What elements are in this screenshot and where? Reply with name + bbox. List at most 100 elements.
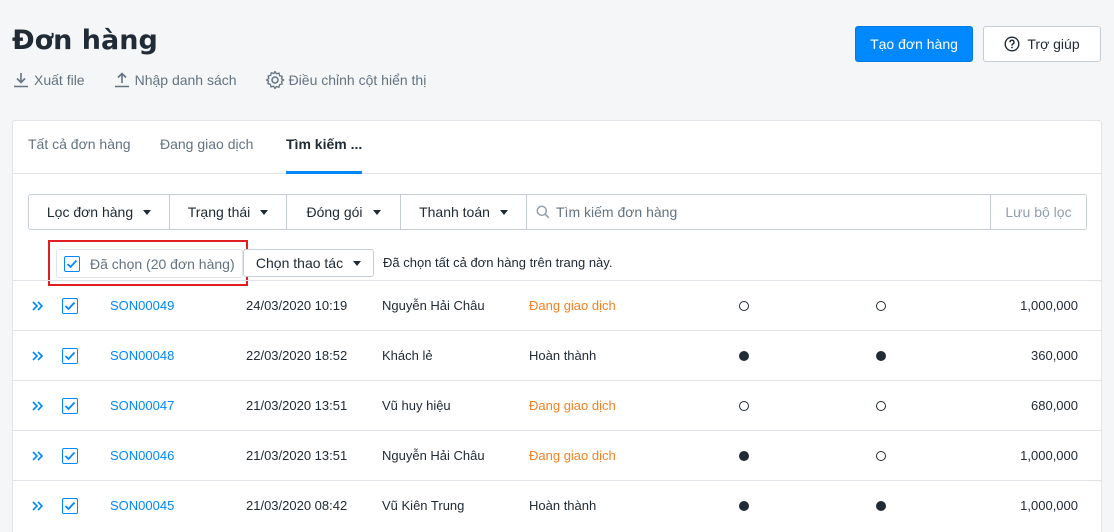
expand-row-icon[interactable] [32, 331, 48, 380]
order-total: 1,000,000 [1020, 298, 1078, 313]
caret-down-icon [260, 209, 269, 215]
payment-status-dot [876, 300, 886, 311]
filter-status-label: Trạng thái [187, 204, 251, 220]
adjust-columns-label: Điều chỉnh cột hiển thị [288, 72, 427, 88]
packing-status-dot [739, 400, 749, 411]
table-row[interactable]: SON00045 21/03/2020 08:42 Vũ Kiên Trung Hoà… [13, 480, 1101, 530]
row-checkbox[interactable] [62, 347, 78, 364]
table-row[interactable]: SON00047 21/03/2020 13:51 Vũ huy hiệu Đang … [13, 380, 1101, 430]
upload-icon [114, 72, 129, 88]
checkmark-icon [64, 351, 76, 360]
filter-status-dropdown[interactable]: Trạng thái [170, 195, 287, 229]
order-date: 21/03/2020 08:42 [246, 498, 348, 513]
row-checkbox[interactable] [62, 297, 78, 314]
filter-payment-dropdown[interactable]: Thanh toán [401, 195, 527, 229]
order-tabs: Tất cả đơn hàng Đang giao dịch Tìm kiếm … [13, 121, 1101, 174]
order-status: Hoàn thành [529, 348, 597, 363]
order-status: Hoàn thành [529, 498, 597, 513]
caret-down-icon [499, 209, 508, 215]
caret-down-icon [372, 209, 381, 215]
checkmark-icon [64, 451, 76, 460]
packing-status-dot [739, 350, 749, 361]
packing-status-dot [739, 450, 749, 461]
orders-table: SON00049 24/03/2020 10:19 Nguyễn Hải Châu Đ… [13, 280, 1101, 530]
order-status: Đang giao dịch [529, 448, 616, 463]
filter-payment-label: Thanh toán [419, 204, 490, 220]
table-row[interactable]: SON00048 22/03/2020 18:52 Khách lẻ Hoàn thà… [13, 330, 1101, 380]
help-button[interactable]: Trợ giúp [983, 26, 1101, 62]
header-actions: Xuất file Nhập danh sách Điều chỉnh cột … [12, 68, 454, 92]
packing-status-dot [739, 300, 749, 311]
expand-row-icon[interactable] [32, 481, 48, 530]
order-status: Đang giao dịch [529, 398, 616, 413]
payment-status-dot [876, 350, 886, 361]
selected-count-label: Đã chọn (20 đơn hàng) [90, 255, 235, 272]
bulk-action-dropdown[interactable]: Chọn thao tác [243, 249, 374, 277]
expand-row-icon[interactable] [32, 431, 48, 480]
page-title: Đơn hàng [12, 25, 158, 56]
checkmark-icon [64, 501, 76, 510]
bulk-selection-note: Đã chọn tất cả đơn hàng trên trang này. [383, 255, 613, 270]
order-code-link[interactable]: SON00048 [110, 331, 174, 380]
table-row[interactable]: SON00049 24/03/2020 10:19 Nguyễn Hải Châu Đ… [13, 280, 1101, 330]
tab-in-progress[interactable]: Đang giao dịch [160, 121, 253, 174]
order-date: 24/03/2020 10:19 [246, 298, 348, 313]
order-code-link[interactable]: SON00049 [110, 281, 174, 330]
filter-orders-dropdown[interactable]: Lọc đơn hàng [29, 195, 170, 229]
customer-name: Vũ huy hiệu [382, 398, 451, 413]
bulk-action-row: Đã chọn (20 đơn hàng) Chọn thao tác Đã c… [13, 240, 1101, 286]
bulk-action-label: Chọn thao tác [255, 255, 344, 271]
filter-orders-label: Lọc đơn hàng [46, 204, 134, 220]
payment-status-dot [876, 400, 886, 411]
order-total: 680,000 [1031, 398, 1078, 413]
checkmark-icon [66, 259, 78, 268]
filter-bar: Lọc đơn hàng Trạng thái Đóng gói Thanh t… [28, 194, 1087, 230]
tab-all-orders[interactable]: Tất cả đơn hàng [28, 121, 131, 174]
row-checkbox[interactable] [62, 447, 78, 464]
customer-name: Khách lẻ [382, 348, 433, 363]
import-list-link[interactable]: Nhập danh sách [113, 71, 237, 89]
export-file-label: Xuất file [34, 72, 85, 88]
caret-down-icon [143, 209, 152, 215]
selected-count-box[interactable]: Đã chọn (20 đơn hàng) [56, 249, 243, 278]
table-row[interactable]: SON00046 21/03/2020 13:51 Nguyễn Hải Châu Đ… [13, 430, 1101, 480]
help-icon [1004, 36, 1020, 52]
row-checkbox[interactable] [62, 397, 78, 414]
customer-name: Vũ Kiên Trung [382, 498, 465, 513]
orders-card: Tất cả đơn hàng Đang giao dịch Tìm kiếm … [12, 120, 1102, 532]
create-order-button[interactable]: Tạo đơn hàng [855, 26, 973, 62]
save-filter-button[interactable]: Lưu bộ lọc [990, 195, 1086, 229]
payment-status-dot [876, 500, 886, 511]
search-box [527, 195, 990, 229]
order-total: 1,000,000 [1020, 498, 1078, 513]
customer-name: Nguyễn Hải Châu [382, 298, 485, 313]
import-list-label: Nhập danh sách [134, 72, 237, 88]
order-code-link[interactable]: SON00046 [110, 431, 174, 480]
order-code-link[interactable]: SON00045 [110, 481, 174, 530]
search-icon [536, 205, 550, 219]
order-total: 360,000 [1031, 348, 1078, 363]
payment-status-dot [876, 450, 886, 461]
customer-name: Nguyễn Hải Châu [382, 448, 485, 463]
order-date: 22/03/2020 18:52 [246, 348, 348, 363]
filter-packing-dropdown[interactable]: Đóng gói [287, 195, 401, 229]
download-icon [14, 73, 28, 88]
export-file-link[interactable]: Xuất file [12, 71, 85, 89]
packing-status-dot [739, 500, 749, 511]
order-date: 21/03/2020 13:51 [246, 448, 348, 463]
filter-packing-label: Đóng gói [306, 204, 363, 220]
search-input[interactable] [556, 204, 936, 220]
expand-row-icon[interactable] [32, 281, 48, 330]
adjust-columns-link[interactable]: Điều chỉnh cột hiển thị [265, 70, 427, 90]
help-button-label: Trợ giúp [1027, 36, 1080, 52]
tab-search[interactable]: Tìm kiếm ... [286, 121, 363, 174]
order-date: 21/03/2020 13:51 [246, 398, 348, 413]
checkmark-icon [64, 401, 76, 410]
select-all-checkbox[interactable] [64, 255, 80, 272]
order-total: 1,000,000 [1020, 448, 1078, 463]
row-checkbox[interactable] [62, 497, 78, 514]
checkmark-icon [64, 301, 76, 310]
order-code-link[interactable]: SON00047 [110, 381, 174, 430]
caret-down-icon [353, 260, 362, 266]
expand-row-icon[interactable] [32, 381, 48, 430]
